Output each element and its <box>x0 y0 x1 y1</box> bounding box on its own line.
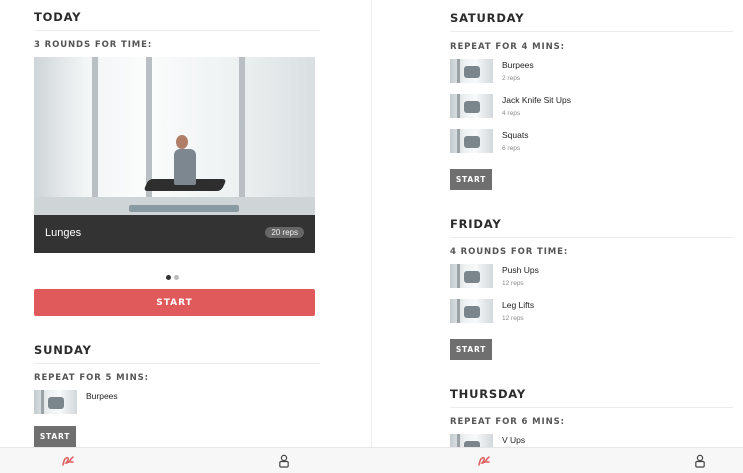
exercise-name: Jack Knife Sit Ups <box>502 95 571 105</box>
exercise-thumbnail <box>450 299 493 323</box>
exercise-thumbnail <box>34 390 77 414</box>
exercise-thumbnail <box>450 434 493 447</box>
athlete-head <box>176 135 188 149</box>
window-frame <box>92 57 98 215</box>
exercise-name: V Ups <box>502 435 526 445</box>
today-subtitle: 3 ROUNDS FOR TIME: <box>34 40 153 50</box>
exercise-reps: 6 reps <box>502 145 521 152</box>
user-icon[interactable] <box>693 454 707 468</box>
user-icon[interactable] <box>277 454 291 468</box>
friday-subtitle: 4 ROUNDS FOR TIME: <box>450 247 569 257</box>
exercise-reps: 12 reps <box>502 315 524 322</box>
exercise-name: Lunges <box>45 227 82 239</box>
carousel-dots[interactable] <box>166 267 182 285</box>
saturday-heading: SATURDAY <box>450 11 733 32</box>
exercise-name: Burpees <box>502 60 534 70</box>
exercise-thumbnail <box>450 59 493 83</box>
exercise-name: Squats <box>502 130 529 140</box>
today-heading: TODAY <box>34 10 320 31</box>
window-frame <box>146 57 152 215</box>
start-saturday-button[interactable]: START <box>450 169 492 190</box>
exercise-reps: 2 reps <box>502 75 521 82</box>
sunday-subtitle: REPEAT FOR 5 MINS: <box>34 373 149 383</box>
exercise-name: Leg Lifts <box>502 300 535 310</box>
exercise-mat <box>129 205 239 212</box>
carousel-dot-active[interactable] <box>166 275 171 280</box>
exercise-reps: 4 reps <box>502 110 521 117</box>
exercise-name: Push Ups <box>502 265 539 275</box>
start-sunday-button[interactable]: START <box>34 426 76 447</box>
right-screen: SATURDAY REPEAT FOR 4 MINS: Burpees 2 re… <box>372 0 743 447</box>
exercise-thumbnail <box>450 94 493 118</box>
sunday-heading: SUNDAY <box>34 343 320 364</box>
exercise-thumbnail <box>450 129 493 153</box>
start-friday-button[interactable]: START <box>450 339 492 360</box>
thursday-subtitle: REPEAT FOR 6 MINS: <box>450 417 565 427</box>
video-background <box>34 57 315 215</box>
thursday-heading: THURSDAY <box>450 387 733 408</box>
reps-badge: 20 reps <box>265 227 304 238</box>
exercise-video-card[interactable]: Lunges 20 reps <box>34 57 315 253</box>
exercise-reps: 12 reps <box>502 280 524 287</box>
window-frame <box>239 57 245 215</box>
carousel-dot[interactable] <box>174 275 179 280</box>
workout-logo-icon[interactable] <box>477 454 491 468</box>
bottom-tab-bar <box>0 447 743 473</box>
saturday-subtitle: REPEAT FOR 4 MINS: <box>450 42 565 52</box>
friday-heading: FRIDAY <box>450 217 733 238</box>
left-screen: TODAY 3 ROUNDS FOR TIME: Lunges 20 reps … <box>0 0 371 447</box>
athlete-torso <box>174 149 196 185</box>
exercise-name: Burpees <box>86 391 118 401</box>
exercise-thumbnail <box>450 264 493 288</box>
workout-logo-icon[interactable] <box>61 454 75 468</box>
start-today-button[interactable]: START <box>34 289 315 316</box>
